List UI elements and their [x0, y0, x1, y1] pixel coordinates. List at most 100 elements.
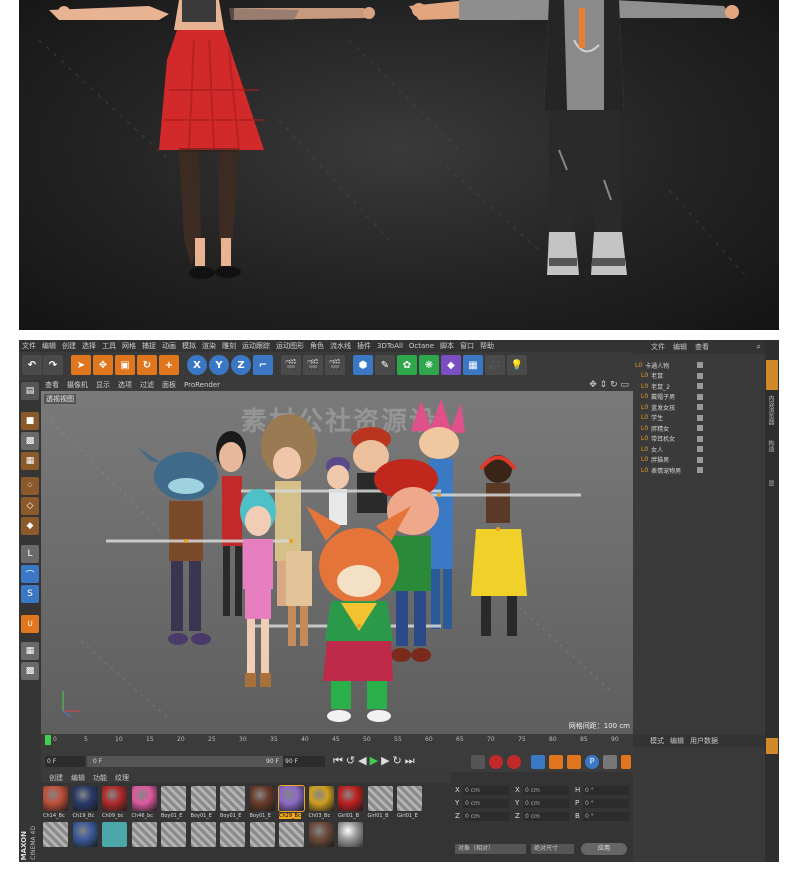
menu-script[interactable]: 脚本 — [437, 341, 457, 351]
menu-mograph[interactable]: 运动图形 — [273, 341, 307, 351]
material-swatch[interactable] — [161, 786, 186, 811]
visibility-icon[interactable] — [697, 456, 703, 463]
visibility-icon[interactable] — [697, 393, 703, 400]
material-swatch[interactable] — [308, 786, 334, 811]
menu-window[interactable]: 窗口 — [457, 341, 477, 351]
visibility-icon[interactable] — [697, 435, 703, 442]
coord-value-field[interactable]: 0 ° — [583, 812, 629, 821]
viewport-menu-options[interactable]: 选项 — [114, 380, 136, 390]
workplane-lock-button[interactable]: ▦ — [21, 642, 39, 660]
object-menu-file[interactable]: 文件 — [647, 342, 669, 352]
material-swatch[interactable] — [220, 822, 245, 847]
start-frame-field[interactable]: 0 F — [45, 756, 85, 767]
material-swatch[interactable] — [43, 822, 68, 847]
attribute-menu-edit[interactable]: 编辑 — [667, 736, 687, 746]
tab-objects[interactable] — [766, 360, 778, 390]
prev-key-icon[interactable]: ↺ — [346, 754, 358, 767]
playhead[interactable] — [45, 735, 51, 745]
material-swatch[interactable] — [131, 822, 157, 847]
x-axis-button[interactable]: X — [187, 355, 207, 375]
material-swatch[interactable] — [190, 822, 216, 847]
material-swatch[interactable] — [72, 786, 98, 811]
material-menu-function[interactable]: 功能 — [89, 773, 111, 783]
material-swatch[interactable] — [190, 786, 216, 811]
render-picture-viewer-button[interactable]: 🎬 — [303, 355, 323, 375]
tweak-mode-button[interactable]: ⌒ — [21, 565, 39, 583]
object-row[interactable]: L0 女人 — [641, 444, 763, 454]
go-to-start-icon[interactable]: ⏮ — [333, 754, 346, 767]
coord-value-field[interactable]: 0 cm — [523, 812, 569, 821]
material-swatch[interactable] — [43, 786, 68, 811]
size-mode-dropdown[interactable]: 绝对尺寸 — [531, 844, 574, 854]
edges-mode-button[interactable]: ◇ — [21, 497, 39, 515]
workplane-button[interactable]: ▦ — [21, 452, 39, 470]
menu-simulate[interactable]: 模拟 — [179, 341, 199, 351]
menu-tools[interactable]: 工具 — [99, 341, 119, 351]
environment-button[interactable]: ▦ — [463, 355, 483, 375]
snap-button[interactable]: ∪ — [21, 615, 39, 633]
timeline-menu-button[interactable] — [621, 755, 631, 769]
viewport-nav-icons[interactable]: ✥ ⇕ ↻ ▭ — [585, 380, 633, 390]
object-row[interactable]: L0 胖精女 — [641, 423, 763, 433]
menu-3dtoall[interactable]: 3DToAll — [374, 342, 406, 350]
menu-plugins[interactable]: 插件 — [354, 341, 374, 351]
next-frame-icon[interactable]: ▶ — [381, 754, 392, 767]
tab-attributes[interactable] — [766, 738, 778, 754]
menu-animate[interactable]: 动画 — [159, 341, 179, 351]
material-swatch[interactable] — [367, 786, 393, 811]
object-row[interactable]: L0 戴帽子男 — [641, 392, 763, 402]
material-swatch[interactable] — [131, 786, 157, 811]
coordinate-system-button[interactable]: ⌐ — [253, 355, 273, 375]
key-param-button[interactable]: P — [585, 755, 599, 769]
rotate-tool-button[interactable]: ↻ — [137, 355, 157, 375]
menu-motion-tracking[interactable]: 运动跟踪 — [239, 341, 273, 351]
menu-character[interactable]: 角色 — [307, 341, 327, 351]
scale-tool-button[interactable]: ▣ — [115, 355, 135, 375]
redo-button[interactable]: ↷ — [43, 355, 63, 375]
planar-workplane-button[interactable]: ▩ — [21, 662, 39, 680]
material-menu-texture[interactable]: 纹理 — [111, 773, 133, 783]
visibility-icon[interactable] — [697, 425, 703, 431]
frame-range-slider[interactable]: 0 F 90 F — [87, 756, 283, 767]
object-row[interactable]: L0 胖猫男 — [641, 455, 763, 465]
points-mode-button[interactable]: ⁘ — [21, 477, 39, 495]
pen-button[interactable]: ✎ — [375, 355, 395, 375]
key-rotation-button[interactable] — [567, 755, 581, 769]
menu-snap[interactable]: 捕捉 — [139, 341, 159, 351]
material-swatch[interactable] — [249, 786, 275, 811]
material-menu-create[interactable]: 创建 — [45, 773, 67, 783]
visibility-icon[interactable] — [697, 383, 703, 389]
viewport-menu-panel[interactable]: 面板 — [158, 380, 180, 390]
viewport-menu-cameras[interactable]: 摄像机 — [63, 380, 92, 390]
viewport-menu-display[interactable]: 显示 — [92, 380, 114, 390]
tab-layers[interactable]: 层 — [766, 480, 775, 486]
material-swatch[interactable] — [338, 822, 363, 847]
material-swatch[interactable] — [397, 786, 422, 811]
texture-mode-button[interactable]: ▩ — [21, 432, 39, 450]
undo-button[interactable]: ↶ — [22, 355, 42, 375]
coord-value-field[interactable]: 0 cm — [523, 799, 569, 808]
perspective-viewport[interactable]: 透视视图 网格间距：100 cm 素材公社资源设 — [41, 391, 633, 734]
material-swatch[interactable] — [102, 822, 127, 847]
apply-button[interactable]: 应用 — [581, 843, 627, 855]
coordinate-mode-dropdown[interactable]: 对象（相对） — [455, 844, 526, 854]
menu-file[interactable]: 文件 — [19, 341, 39, 351]
object-menu-edit[interactable]: 编辑 — [669, 342, 691, 352]
model-mode-button[interactable]: ■ — [21, 412, 39, 430]
y-axis-button[interactable]: Y — [209, 355, 229, 375]
menu-edit[interactable]: 编辑 — [39, 341, 59, 351]
key-position-button[interactable] — [531, 755, 545, 769]
material-swatch[interactable] — [338, 786, 363, 811]
coord-value-field[interactable]: 0 cm — [523, 786, 569, 795]
material-swatch[interactable] — [161, 822, 186, 847]
visibility-icon[interactable] — [697, 404, 703, 410]
tab-content-browser[interactable]: 内容浏览器 — [766, 395, 775, 425]
visibility-icon[interactable] — [697, 467, 703, 473]
record-keyframe-button[interactable] — [489, 755, 503, 769]
motion-record-button[interactable] — [471, 755, 485, 769]
menu-mesh[interactable]: 网格 — [119, 341, 139, 351]
key-pla-button[interactable] — [603, 755, 617, 769]
menu-create[interactable]: 创建 — [59, 341, 79, 351]
go-to-end-icon[interactable]: ⏭ — [405, 754, 418, 767]
cube-button[interactable]: ⬢ — [353, 355, 373, 375]
